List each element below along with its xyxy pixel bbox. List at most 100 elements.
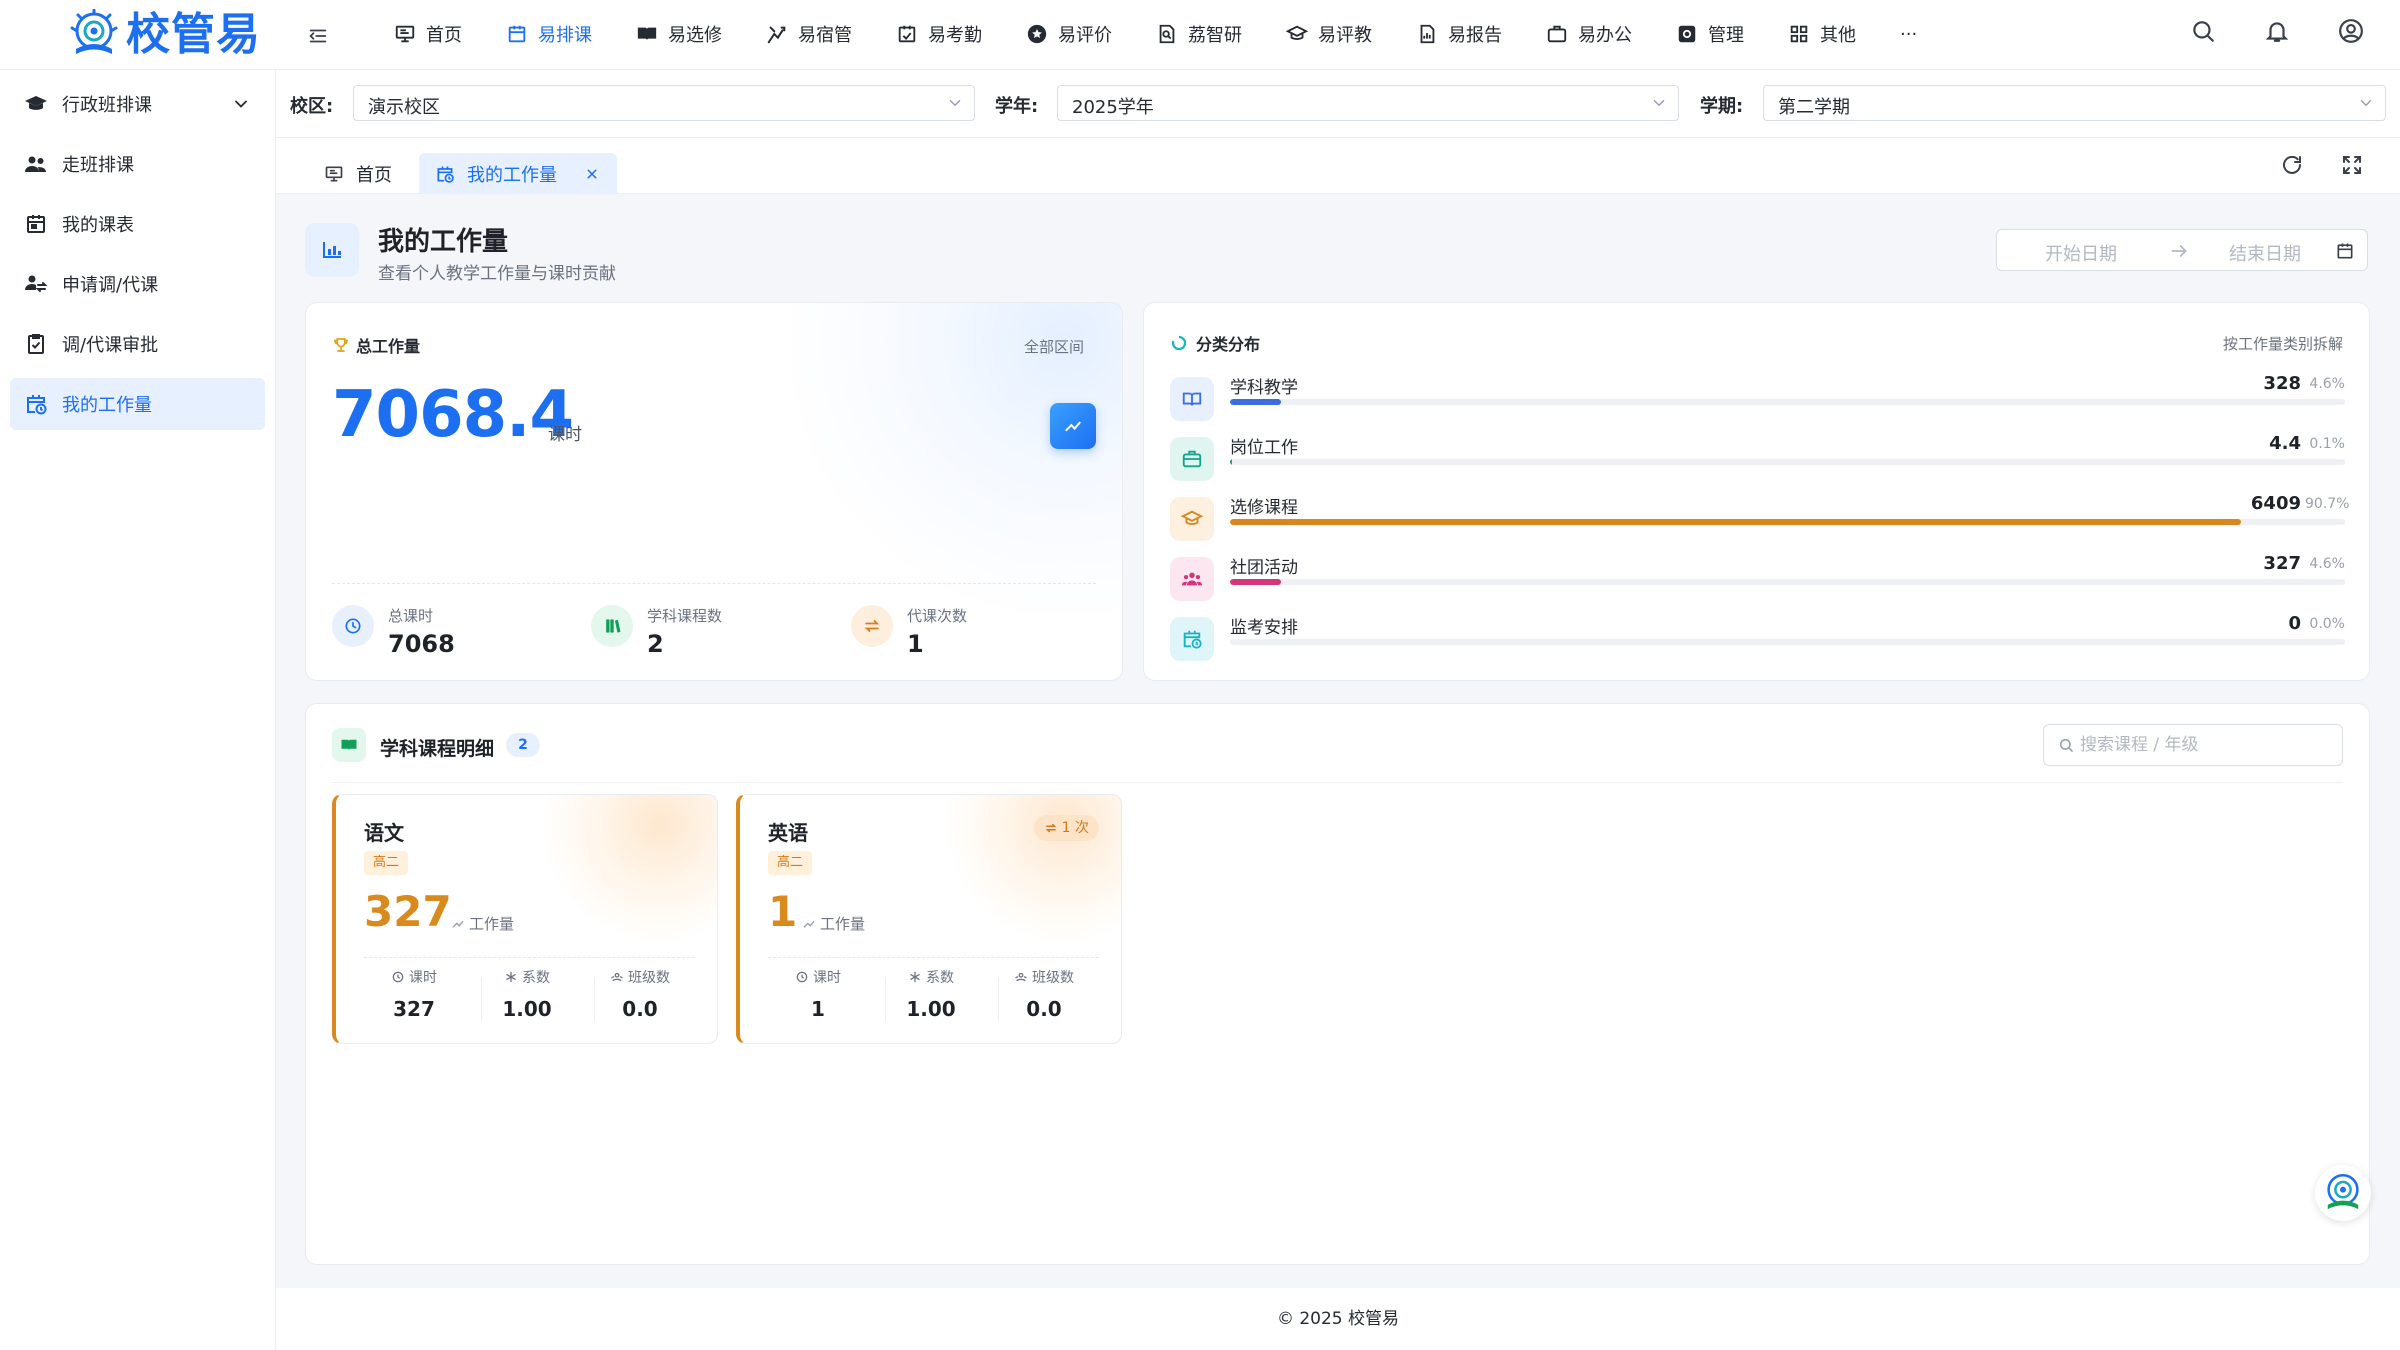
- distribution-value: 328: [2263, 373, 2301, 394]
- start-date-placeholder[interactable]: 开始日期: [2045, 240, 2117, 266]
- nav-item-office[interactable]: 易办公: [1524, 0, 1654, 68]
- term-select[interactable]: 第二学期: [1763, 85, 2386, 121]
- distribution-row: 选修课程 6409 90.7%: [1170, 493, 2349, 541]
- sidebar-item-class-scheduling[interactable]: 行政班排课: [10, 78, 265, 130]
- user-avatar-icon[interactable]: [2338, 18, 2364, 44]
- course-card[interactable]: 语文 高二 327 工作量 课时 327 系数 1.00 班级数 0.0: [332, 794, 718, 1044]
- chevron-down-icon: [949, 100, 961, 107]
- trend-button[interactable]: [1050, 403, 1096, 449]
- nav-item-label: 易排课: [538, 25, 592, 46]
- fullscreen-icon[interactable]: [2340, 153, 2364, 177]
- course-search-input[interactable]: [2080, 733, 2330, 757]
- app-logo[interactable]: 校管易: [68, 6, 261, 64]
- nav-item-report[interactable]: 易报告: [1394, 0, 1524, 68]
- stat-value: 2: [647, 630, 664, 658]
- trophy-icon: [334, 338, 348, 352]
- graduation-cap-icon: [25, 96, 47, 110]
- nav-item-label: 易宿管: [798, 25, 852, 46]
- nav-item-admin[interactable]: 管理: [1654, 0, 1766, 68]
- campus-select-value: 演示校区: [368, 97, 440, 118]
- sidebar-item-label: 我的工作量: [62, 395, 152, 416]
- post-work-icon-badge: [1170, 437, 1214, 481]
- page-subtitle: 查看个人教学工作量与课时贡献: [378, 264, 616, 284]
- nav-item-attendance[interactable]: 易考勤: [874, 0, 1004, 68]
- nav-item-label: 荔智研: [1188, 25, 1242, 46]
- tab-my-workload[interactable]: 我的工作量: [419, 153, 617, 194]
- campus-select[interactable]: 演示校区: [353, 85, 975, 121]
- date-range-picker[interactable]: 开始日期 结束日期: [1996, 229, 2368, 271]
- filter-bar: 校区: 演示校区 学年: 2025学年 学期: 第二学期: [276, 70, 2400, 138]
- nav-more-button[interactable]: ···: [1878, 0, 1939, 68]
- more-label: ···: [1900, 23, 1918, 45]
- clipboard-check-icon: [28, 334, 44, 354]
- close-icon[interactable]: [583, 165, 601, 183]
- collapse-sidebar-button[interactable]: [304, 22, 332, 50]
- sidebar-item-label: 我的课表: [62, 215, 134, 236]
- calendar-clock-icon: [437, 166, 454, 183]
- sidebar-item-substitute-approval[interactable]: 调/代课审批: [10, 318, 265, 370]
- sidebar-item-mobile-scheduling[interactable]: 走班排课: [10, 138, 265, 190]
- refresh-icon[interactable]: [2280, 153, 2304, 177]
- sidebar-item-my-timetable[interactable]: 我的课表: [10, 198, 265, 250]
- distribution-name: 学科教学: [1230, 378, 1298, 398]
- users-icon: [611, 972, 623, 982]
- distribution-value: 327: [2263, 553, 2301, 574]
- course-card[interactable]: 英语 高二 1 次 1 工作量 课时 1 系数 1.00 班级数 0.0: [736, 794, 1122, 1044]
- logo-emblem-icon: [70, 9, 118, 54]
- sidebar-item-label: 走班排课: [62, 155, 134, 176]
- nav-item-label: 易报告: [1448, 25, 1502, 46]
- tab-home[interactable]: 首页: [308, 153, 408, 194]
- distribution-name: 岗位工作: [1230, 438, 1298, 458]
- nav-item-other[interactable]: 其他: [1766, 0, 1878, 68]
- academic-year-select[interactable]: 2025学年: [1057, 85, 1679, 121]
- calendar-icon: [2337, 243, 2353, 259]
- stat-value: 1: [907, 630, 924, 658]
- clock-icon: [392, 971, 404, 983]
- nav-item-home[interactable]: 首页: [372, 0, 484, 68]
- stat-course-count: 学科课程数 2: [591, 605, 722, 658]
- nav-item-label: 其他: [1820, 25, 1856, 46]
- divider: [768, 957, 1099, 958]
- sidebar-item-apply-substitute[interactable]: 申请调/代课: [10, 258, 265, 310]
- nav-item-label: 易办公: [1578, 25, 1632, 46]
- grade-tag: 高二: [768, 851, 813, 875]
- distribution-note: 按工作量类别拆解: [2222, 335, 2343, 353]
- books-icon: [606, 619, 621, 633]
- stat-label: 系数: [926, 970, 954, 986]
- floating-assistant-button[interactable]: [2315, 1165, 2371, 1221]
- star-icon: [1027, 24, 1047, 44]
- distribution-track: [1230, 399, 2345, 405]
- distribution-value: 6409: [2250, 493, 2301, 514]
- exam-proctor-icon-badge: [1170, 617, 1214, 661]
- clock-icon-badge: [332, 605, 374, 647]
- nav-item-label: 易评教: [1318, 25, 1372, 46]
- divider: [364, 957, 695, 958]
- logo-text: 校管易: [126, 9, 261, 60]
- nav-item-evaluation[interactable]: 易评价: [1004, 0, 1134, 68]
- bell-icon[interactable]: [2264, 18, 2290, 44]
- nav-item-dorm[interactable]: 易宿管: [744, 0, 874, 68]
- nav-item-elective[interactable]: 易选修: [614, 0, 744, 68]
- detail-header-icon: [332, 728, 366, 762]
- course-stat-class-count: 班级数 0.0: [585, 967, 695, 1021]
- subject-teaching-icon-badge: [1170, 377, 1214, 421]
- course-stat-hours: 课时 1: [763, 967, 873, 1021]
- top-navbar: 校管易 首页 易排课 易选修 易宿管 易考勤 易评价 荔智研 易评教 易报告 易…: [0, 0, 2400, 70]
- swap-users-icon: [25, 275, 48, 292]
- nav-item-teaching-eval[interactable]: 易评教: [1264, 0, 1394, 68]
- chevron-down-icon: [2360, 100, 2372, 107]
- end-date-placeholder[interactable]: 结束日期: [2229, 240, 2301, 266]
- search-icon[interactable]: [2190, 18, 2216, 44]
- stat-value: 1.00: [906, 997, 956, 1021]
- nav-item-scheduling[interactable]: 易排课: [484, 0, 614, 68]
- course-workload-label: 工作量: [451, 913, 514, 934]
- distribution-bar: [1230, 519, 2242, 525]
- sidebar-item-my-workload[interactable]: 我的工作量: [10, 378, 265, 430]
- divider: [332, 583, 1096, 584]
- nav-item-research[interactable]: 荔智研: [1134, 0, 1264, 68]
- open-book-icon: [1182, 392, 1202, 406]
- course-search[interactable]: [2043, 724, 2343, 766]
- stat-value: 1: [811, 997, 825, 1021]
- total-workload-value: 7068.4: [332, 378, 574, 452]
- bar-chart-icon: [323, 242, 341, 258]
